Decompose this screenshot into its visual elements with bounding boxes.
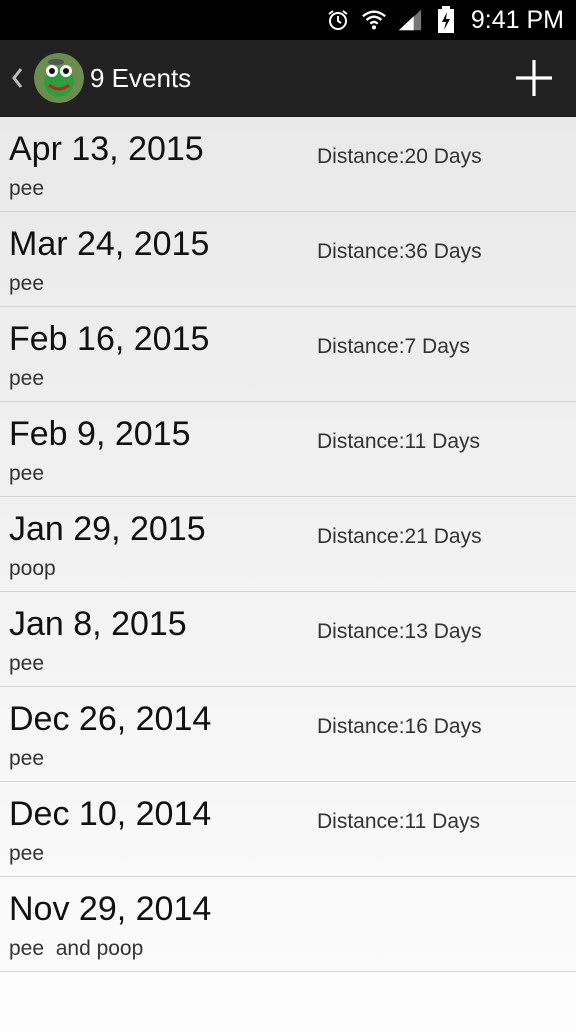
event-distance: Distance:36 Days [317, 240, 482, 263]
event-list: Apr 13, 2015 pee Distance:20 Days Mar 24… [0, 117, 576, 972]
signal-icon [397, 7, 423, 33]
event-type: pee [9, 747, 45, 770]
event-row[interactable]: Feb 16, 2015 pee Distance:7 Days [0, 307, 576, 402]
event-type: pee [9, 842, 45, 865]
wifi-icon [361, 7, 387, 33]
event-row[interactable]: Feb 9, 2015 pee Distance:11 Days [0, 402, 576, 497]
event-date: Dec 26, 2014 [9, 700, 212, 738]
event-distance: Distance:11 Days [317, 430, 481, 453]
event-row[interactable]: Nov 29, 2014 pee and poop [0, 877, 576, 972]
action-bar: 9 Events [0, 40, 576, 117]
page-title: 9 Events [90, 62, 192, 93]
event-distance: Distance:21 Days [317, 525, 482, 548]
event-type: pee [9, 177, 45, 200]
status-time: 9:41 PM [470, 5, 564, 34]
add-event-button[interactable] [492, 40, 576, 117]
event-date: Feb 16, 2015 [9, 320, 210, 358]
event-date: Mar 24, 2015 [9, 225, 210, 263]
event-date: Dec 10, 2014 [9, 795, 212, 833]
event-date: Jan 29, 2015 [9, 510, 206, 548]
event-type: pee [9, 367, 45, 390]
event-date: Apr 13, 2015 [9, 130, 204, 168]
event-type: pee and poop [9, 937, 144, 960]
event-distance: Distance:20 Days [317, 145, 482, 168]
event-date: Jan 8, 2015 [9, 605, 187, 643]
event-distance: Distance:13 Days [317, 620, 482, 643]
frog-avatar-icon[interactable] [34, 53, 84, 103]
status-bar: 9:41 PM [0, 0, 576, 40]
event-distance: Distance:11 Days [317, 810, 481, 833]
back-chevron-icon[interactable] [0, 40, 34, 116]
event-type: poop [9, 557, 56, 580]
event-row[interactable]: Jan 29, 2015 poop Distance:21 Days [0, 497, 576, 592]
event-type: pee [9, 462, 45, 485]
event-row[interactable]: Dec 10, 2014 pee Distance:11 Days [0, 782, 576, 877]
event-distance: Distance:16 Days [317, 715, 482, 738]
event-row[interactable]: Mar 24, 2015 pee Distance:36 Days [0, 212, 576, 307]
event-row[interactable]: Apr 13, 2015 pee Distance:20 Days [0, 117, 576, 212]
event-row[interactable]: Jan 8, 2015 pee Distance:13 Days [0, 592, 576, 687]
battery-charging-icon [433, 6, 459, 33]
event-type: pee [9, 272, 45, 295]
plus-icon [516, 60, 552, 96]
event-type: pee [9, 652, 45, 675]
event-date: Nov 29, 2014 [9, 890, 212, 928]
event-distance: Distance:7 Days [317, 335, 470, 358]
event-date: Feb 9, 2015 [9, 415, 191, 453]
list-empty-space [0, 972, 576, 1032]
alarm-icon [325, 7, 351, 33]
event-row[interactable]: Dec 26, 2014 pee Distance:16 Days [0, 687, 576, 782]
